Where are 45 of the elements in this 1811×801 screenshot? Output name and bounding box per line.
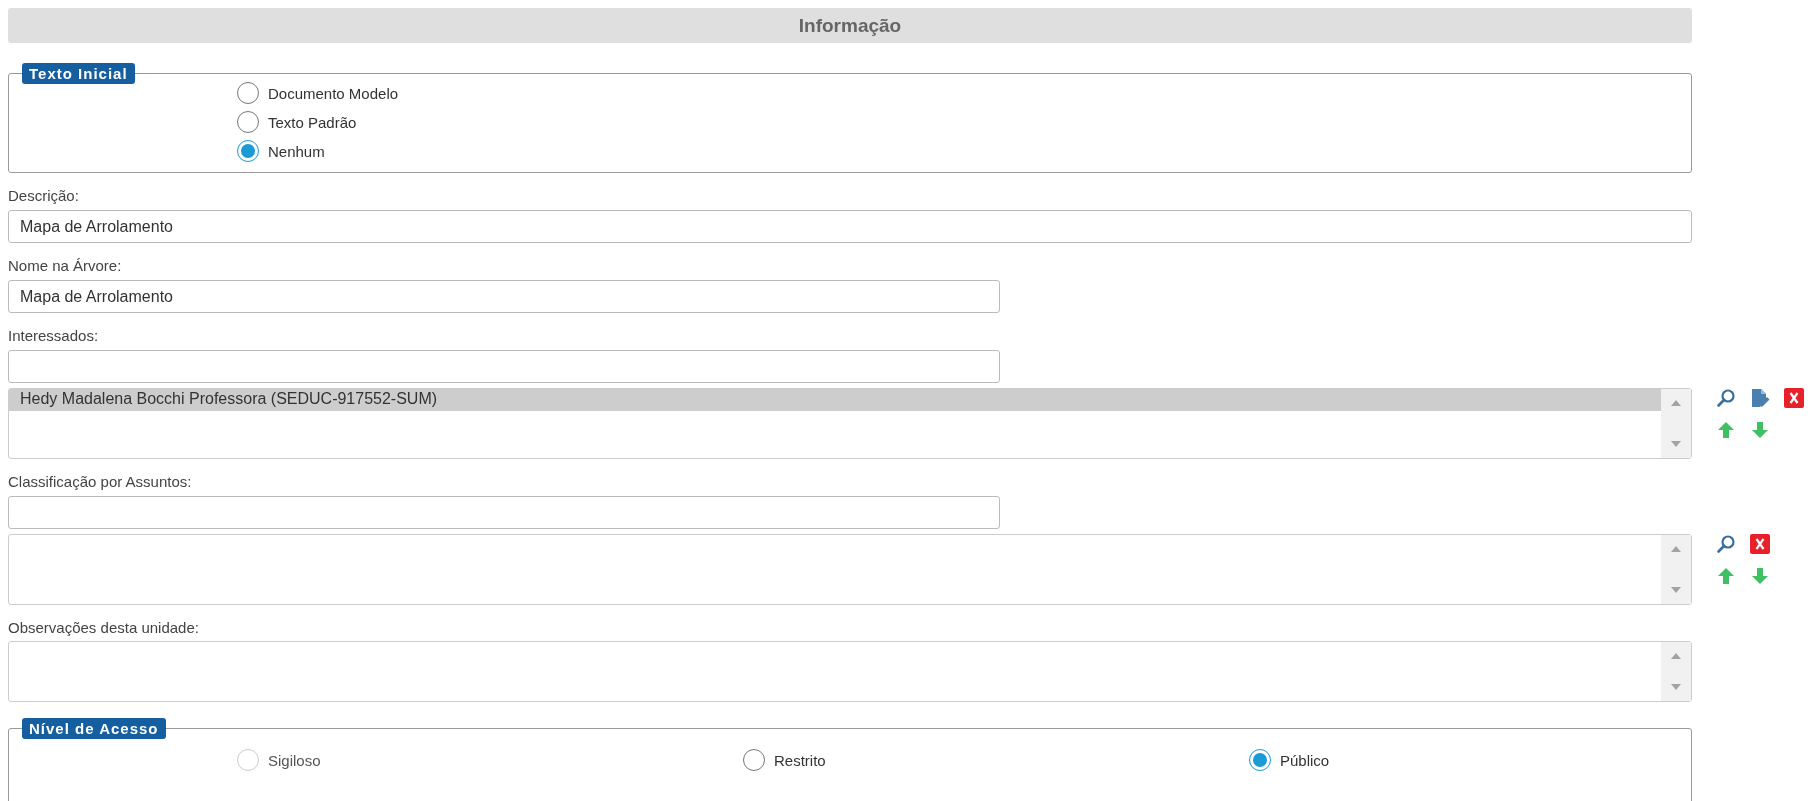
radio-button[interactable] bbox=[237, 82, 259, 104]
radio-label: Texto Padrão bbox=[268, 113, 357, 131]
arrow-up-icon[interactable] bbox=[1716, 566, 1736, 586]
scrollbar[interactable] bbox=[1661, 389, 1691, 458]
input-field[interactable]: Mapa de Arrolamento bbox=[8, 280, 1000, 313]
field-label: Classificação por Assuntos: bbox=[8, 473, 193, 490]
radio-label: Restrito bbox=[774, 751, 826, 769]
radio-button[interactable] bbox=[237, 111, 259, 133]
fieldset-legend: Nível de Acesso bbox=[22, 718, 166, 739]
scroll-down-icon[interactable] bbox=[1670, 586, 1682, 594]
field-label: Nome na Árvore: bbox=[8, 257, 123, 274]
scrollbar[interactable] bbox=[1661, 535, 1691, 604]
radio-label: Documento Modelo bbox=[268, 84, 399, 102]
radio-button[interactable] bbox=[1249, 749, 1271, 771]
search-icon[interactable] bbox=[1716, 388, 1736, 408]
fieldset-legend: Texto Inicial bbox=[22, 63, 135, 84]
radio-label: Público bbox=[1280, 751, 1330, 769]
radio-button[interactable] bbox=[743, 749, 765, 771]
text-area[interactable] bbox=[8, 641, 1692, 702]
list-box[interactable] bbox=[8, 534, 1692, 605]
list-box[interactable]: Hedy Madalena Bocchi Professora (SEDUC-917552-SUM) bbox=[8, 388, 1692, 459]
edit-document-icon[interactable] bbox=[1750, 388, 1770, 408]
radio-label: Sigiloso bbox=[268, 751, 321, 769]
scroll-down-icon[interactable] bbox=[1670, 440, 1682, 448]
input-field[interactable]: Mapa de Arrolamento bbox=[8, 210, 1692, 243]
input-field[interactable] bbox=[8, 350, 1000, 383]
arrow-up-icon[interactable] bbox=[1716, 420, 1736, 440]
field-label: Observações desta unidade: bbox=[8, 619, 200, 636]
field-label: Interessados: bbox=[8, 327, 100, 344]
scroll-up-icon[interactable] bbox=[1670, 652, 1682, 660]
search-icon[interactable] bbox=[1716, 534, 1736, 554]
arrow-down-icon[interactable] bbox=[1750, 420, 1770, 440]
delete-icon[interactable] bbox=[1784, 388, 1804, 408]
input-field[interactable] bbox=[8, 496, 1000, 529]
arrow-down-icon[interactable] bbox=[1750, 566, 1770, 586]
radio-button[interactable] bbox=[237, 140, 259, 162]
scroll-up-icon[interactable] bbox=[1670, 545, 1682, 553]
field-label: Descrição: bbox=[8, 187, 80, 204]
scroll-down-icon[interactable] bbox=[1670, 683, 1682, 691]
delete-icon[interactable] bbox=[1750, 534, 1770, 554]
scroll-up-icon[interactable] bbox=[1670, 399, 1682, 407]
scrollbar[interactable] bbox=[1661, 642, 1691, 701]
list-option[interactable]: Hedy Madalena Bocchi Professora (SEDUC-917552-SUM) bbox=[9, 389, 1661, 411]
radio-label: Nenhum bbox=[268, 142, 325, 160]
section-title: Informação bbox=[798, 14, 902, 37]
